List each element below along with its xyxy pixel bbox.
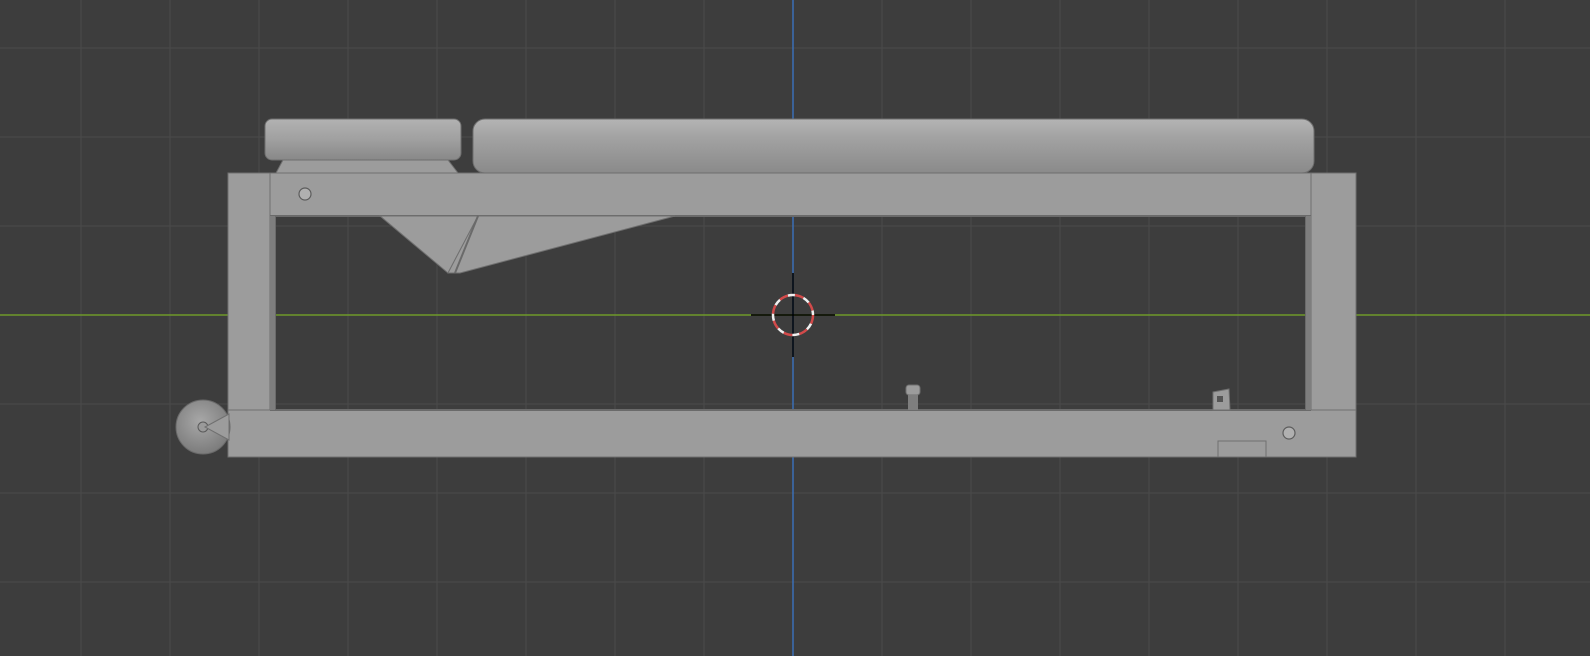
wheel[interactable]: [175, 399, 231, 455]
3d-viewport[interactable]: [0, 0, 1590, 656]
frame-top-rail[interactable]: [227, 172, 1357, 217]
rivet-bottom-right: [1282, 426, 1296, 440]
large-tray[interactable]: [472, 118, 1315, 174]
left-inner-strip: [270, 216, 275, 410]
right-inner-strip: [1306, 216, 1311, 410]
bracket-right[interactable]: [447, 215, 676, 274]
box-base[interactable]: [275, 159, 460, 174]
latch[interactable]: [1212, 388, 1231, 411]
frame-bottom-rail[interactable]: [227, 409, 1357, 458]
knob[interactable]: [905, 384, 921, 410]
rivet-top-left: [298, 187, 312, 201]
3d-cursor-icon[interactable]: [751, 273, 835, 357]
bottom-plate-clip: [1217, 440, 1267, 458]
viewport-canvas[interactable]: [0, 0, 1590, 656]
cart-frame-model[interactable]: [175, 118, 1357, 458]
small-tray-box[interactable]: [264, 118, 462, 161]
